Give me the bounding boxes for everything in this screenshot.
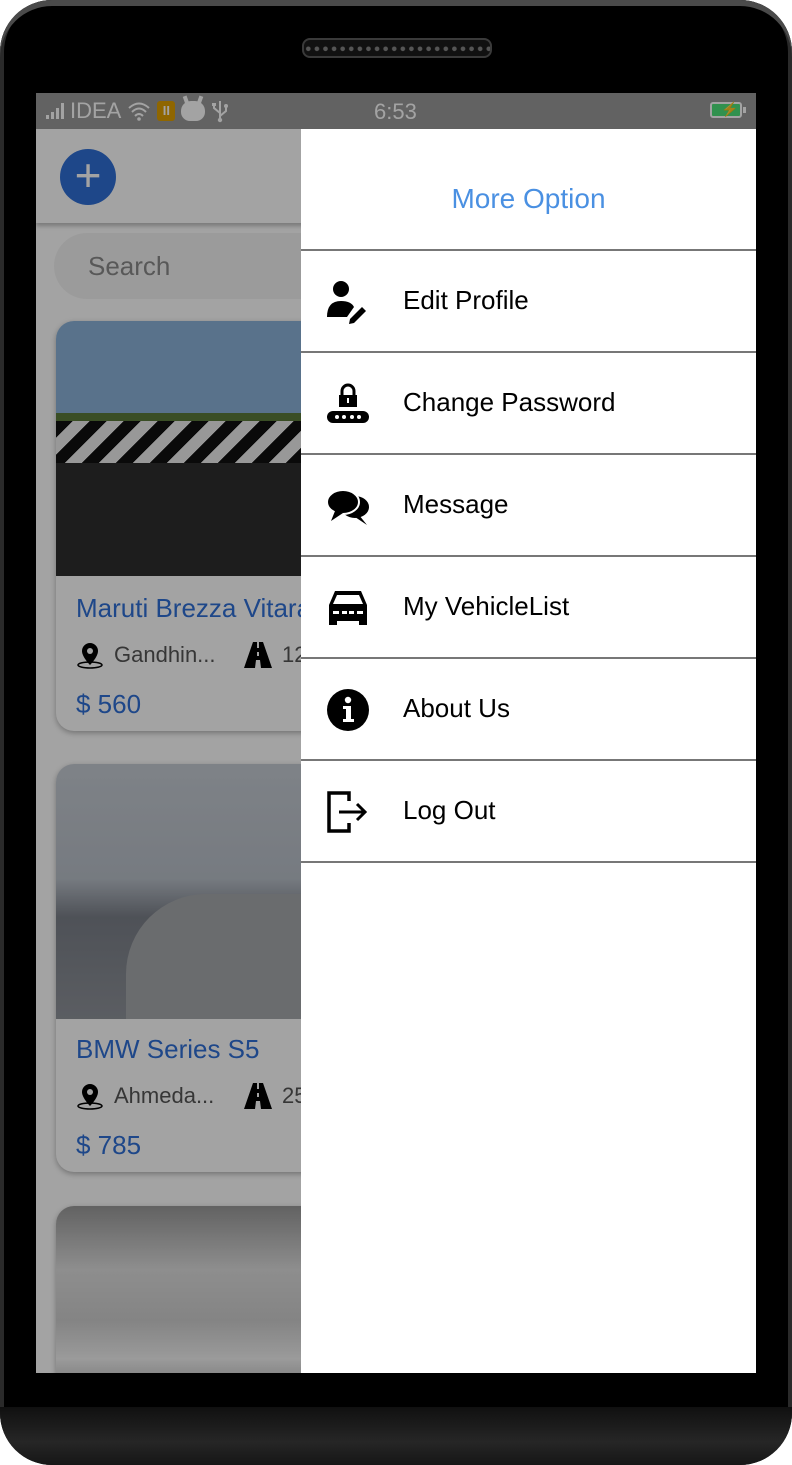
phone-chin xyxy=(0,1407,792,1465)
vehicle-meta: Ahmeda... 25 xyxy=(76,1082,306,1110)
carrier-name: IDEA xyxy=(70,98,122,123)
menu-item-label: Edit Profile xyxy=(403,285,529,315)
menu-item-change-password[interactable]: Change Password xyxy=(301,353,756,455)
menu-item-log-out[interactable]: Log Out xyxy=(301,761,756,863)
location-pin-icon xyxy=(77,1084,103,1110)
menu-item-message[interactable]: Message xyxy=(301,455,756,557)
wifi-icon xyxy=(128,102,151,121)
battery-charging-icon: ⚡ xyxy=(710,101,746,118)
vehicle-meta: Gandhin... 12 xyxy=(76,641,306,669)
road-icon xyxy=(244,642,272,668)
user-edit-icon xyxy=(327,281,366,324)
earpiece-speaker xyxy=(302,38,492,58)
menu-item-label: Log Out xyxy=(403,795,496,825)
password-lock-icon xyxy=(327,383,369,423)
info-icon xyxy=(327,689,369,731)
road-icon xyxy=(244,1083,272,1109)
menu-item-label: About Us xyxy=(403,693,510,723)
menu-item-label: Change Password xyxy=(403,387,616,417)
vehicle-title: Maruti Brezza Vitara xyxy=(76,593,312,623)
add-vehicle-button[interactable]: + xyxy=(60,149,116,205)
app-notification-icon: II xyxy=(157,101,176,121)
menu-item-label: My VehicleList xyxy=(403,591,570,621)
vehicle-location: Ahmeda... xyxy=(114,1083,215,1108)
signal-icon xyxy=(46,103,64,119)
menu-item-edit-profile[interactable]: Edit Profile xyxy=(301,251,756,353)
vehicle-price: $ 560 xyxy=(76,689,142,719)
clock: 6:53 xyxy=(374,99,417,124)
status-bar: IDEA II 6:53 ⚡ xyxy=(36,93,756,129)
side-drawer: More Option Edit Profile Change Password… xyxy=(301,129,756,1373)
search-placeholder: Search xyxy=(88,251,171,281)
menu-item-about-us[interactable]: About Us xyxy=(301,659,756,761)
menu-item-my-vehicle-list[interactable]: My VehicleList xyxy=(301,557,756,659)
logout-icon xyxy=(327,791,368,833)
vehicle-price: $ 785 xyxy=(76,1130,142,1160)
phone-frame: IDEA II 6:53 ⚡ + Search Maruti Brezza Vi… xyxy=(0,0,792,1465)
vehicle-title: BMW Series S5 xyxy=(76,1034,260,1064)
cat-app-icon xyxy=(181,101,206,121)
menu-item-label: Message xyxy=(403,489,509,519)
location-pin-icon xyxy=(77,643,103,669)
chat-bubbles-icon xyxy=(326,489,369,525)
drawer-title: More Option xyxy=(301,129,756,251)
plus-icon: + xyxy=(74,149,102,201)
usb-icon xyxy=(212,101,229,123)
screen: IDEA II 6:53 ⚡ + Search Maruti Brezza Vi… xyxy=(36,93,756,1373)
vehicle-location: Gandhin... xyxy=(114,642,216,667)
car-icon xyxy=(329,591,367,625)
